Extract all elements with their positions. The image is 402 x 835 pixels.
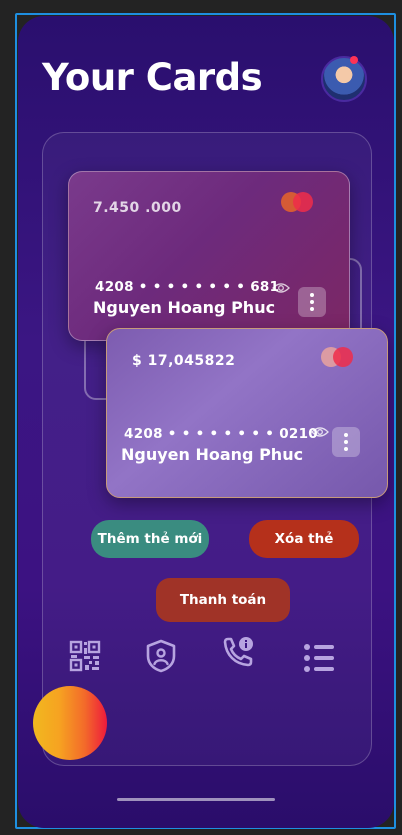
card-secondary[interactable]: $ 17,045822 4208 • • • • • • • • 0210 Ng… (106, 328, 388, 498)
page-title: Your Cards (42, 56, 263, 99)
card-balance: 7.450 .000 (93, 200, 182, 216)
shield-user-icon[interactable] (144, 639, 178, 673)
eye-icon[interactable] (272, 282, 290, 294)
mastercard-icon (321, 347, 353, 367)
home-indicator[interactable] (117, 798, 275, 801)
phone-info-icon[interactable] (220, 636, 254, 670)
pay-button[interactable]: Thanh toán (156, 578, 290, 622)
card-menu-button[interactable] (298, 287, 326, 317)
notification-dot (350, 56, 358, 64)
card-holder-name: Nguyen Hoang Phuc (121, 445, 304, 464)
app-screen: Your Cards 7.450 .000 4208 • • • • • • •… (18, 16, 394, 828)
card-menu-button[interactable] (332, 427, 360, 457)
card-number: 4208 • • • • • • • • 681 (95, 279, 280, 295)
mastercard-icon (281, 192, 313, 212)
add-card-button[interactable]: Thêm thẻ mới (91, 520, 209, 558)
avatar[interactable] (321, 56, 367, 102)
card-holder-name: Nguyen Hoang Phuc (93, 298, 276, 317)
delete-card-button[interactable]: Xóa thẻ (249, 520, 359, 558)
card-primary[interactable]: 7.450 .000 4208 • • • • • • • • 681 Nguy… (68, 171, 350, 341)
card-number: 4208 • • • • • • • • 0210 (124, 426, 318, 442)
card-balance: $ 17,045822 (132, 353, 236, 369)
floating-action-orb[interactable] (33, 686, 107, 760)
qr-code-icon[interactable] (68, 639, 102, 673)
list-icon[interactable] (302, 641, 336, 675)
eye-icon[interactable] (311, 426, 329, 438)
